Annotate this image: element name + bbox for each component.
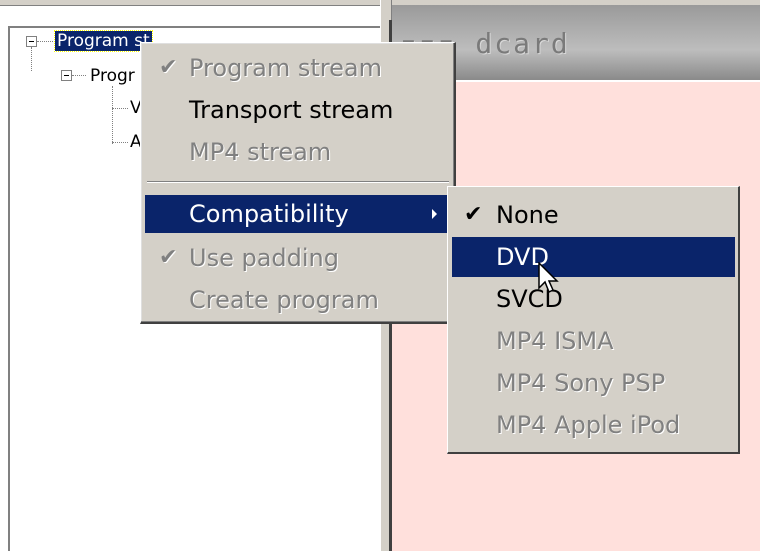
context-menu: ✔ Program stream Transport stream MP4 st… xyxy=(140,42,456,324)
menu-separator xyxy=(147,181,449,183)
tree-connector xyxy=(72,75,86,76)
tree-connector xyxy=(112,108,128,109)
submenu-item-label: MP4 Sony PSP xyxy=(496,369,666,397)
compatibility-submenu: ✔ None DVD SVCD MP4 ISMA MP4 Sony PSP MP… xyxy=(447,186,740,454)
menu-item-label: Use padding xyxy=(189,244,339,272)
tree-node-root[interactable]: Program st xyxy=(54,30,153,52)
menu-item-label: Create program xyxy=(189,286,379,314)
tree-connector xyxy=(31,47,32,71)
app-window: Program st Progr V A ▪▪▪ dcard ✔ Program… xyxy=(0,0,760,551)
submenu-item-mp4-sony-psp[interactable]: MP4 Sony PSP xyxy=(452,363,735,403)
menu-item-label: MP4 stream xyxy=(189,138,332,166)
submenu-item-dvd[interactable]: DVD xyxy=(452,237,735,277)
tree-connector xyxy=(112,142,128,143)
check-icon: ✔ xyxy=(464,202,483,227)
menu-item-use-padding[interactable]: ✔ Use padding xyxy=(145,239,451,277)
menu-item-program-stream[interactable]: ✔ Program stream xyxy=(145,49,451,87)
submenu-item-label: None xyxy=(496,201,559,229)
menu-item-mp4-stream[interactable]: MP4 stream xyxy=(145,133,451,171)
arrow-pointer-icon xyxy=(538,262,559,294)
tree-connector xyxy=(37,41,53,42)
submenu-item-label: MP4 ISMA xyxy=(496,327,614,355)
tree-node-root-label: Program st xyxy=(54,30,153,52)
submenu-item-svcd[interactable]: SVCD xyxy=(452,279,735,319)
collapse-child-icon[interactable] xyxy=(61,70,72,81)
menu-item-compatibility[interactable]: Compatibility xyxy=(145,195,451,233)
submenu-item-label: MP4 Apple iPod xyxy=(496,411,681,439)
menu-item-label: Compatibility xyxy=(189,200,349,228)
check-icon: ✔ xyxy=(159,245,178,270)
tree-node-program[interactable]: Progr xyxy=(90,65,135,87)
menu-item-transport-stream[interactable]: Transport stream xyxy=(145,91,451,129)
tree-connector xyxy=(112,86,113,144)
menu-item-label: Program stream xyxy=(189,54,382,82)
submenu-item-none[interactable]: ✔ None xyxy=(452,195,735,235)
submenu-arrow-icon xyxy=(432,209,437,219)
collapse-root-icon[interactable] xyxy=(26,36,37,47)
submenu-item-mp4-isma[interactable]: MP4 ISMA xyxy=(452,321,735,361)
submenu-item-mp4-apple-ipod[interactable]: MP4 Apple iPod xyxy=(452,405,735,445)
menu-item-create-program[interactable]: Create program xyxy=(145,281,451,319)
check-icon: ✔ xyxy=(159,55,178,80)
menu-item-label: Transport stream xyxy=(189,96,394,124)
